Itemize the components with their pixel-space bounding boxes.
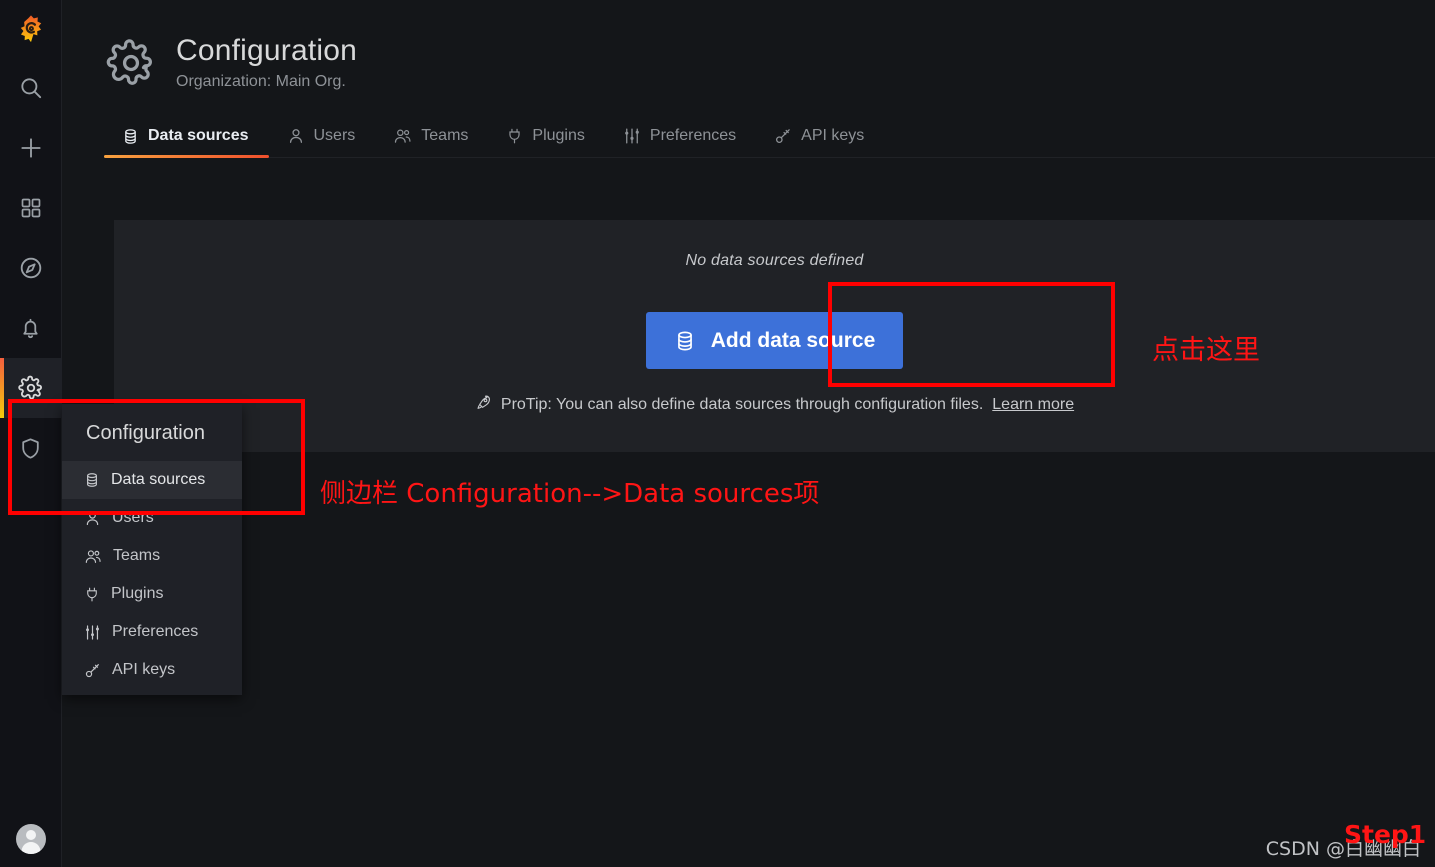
sliders-icon (84, 624, 101, 641)
rocket-icon (475, 394, 492, 416)
rail-item-server-admin[interactable] (0, 418, 62, 478)
plug-icon (506, 127, 523, 145)
rail-item-configuration[interactable] (0, 358, 62, 418)
tab-users[interactable]: Users (269, 117, 376, 157)
flyout-item-preferences[interactable]: Preferences (62, 613, 242, 651)
page-header: Configuration Organization: Main Org. (62, 0, 1435, 93)
tab-bar: Data sources Users Teams Plugins Prefere… (104, 117, 1435, 158)
configuration-flyout-menu: Configuration Data sources Users Teams P… (62, 404, 242, 695)
grafana-configuration-page: Configuration Organization: Main Org. Da… (0, 0, 1435, 867)
annotation-step-label: Step1 (1344, 820, 1427, 849)
database-icon (674, 330, 696, 352)
tab-label: Plugins (532, 127, 585, 144)
empty-state-title: No data sources defined (685, 252, 864, 269)
key-icon (84, 662, 101, 679)
gear-icon (106, 38, 156, 93)
database-icon (122, 128, 139, 145)
flyout-item-label: API keys (112, 661, 176, 678)
tab-preferences[interactable]: Preferences (605, 117, 756, 157)
user-icon (84, 510, 101, 527)
page-title: Configuration (176, 34, 358, 67)
avatar (15, 824, 46, 854)
flyout-item-label: Users (112, 509, 154, 526)
tab-label: API keys (801, 127, 865, 144)
protip-text: ProTip: You can also define data sources… (500, 396, 984, 413)
annotation-sidebar-hint: 侧边栏 Configuration-->Data sources项 (320, 479, 820, 509)
sliders-icon (623, 127, 641, 145)
protip-row: ProTip: You can also define data sources… (475, 394, 1074, 416)
tab-label: Teams (421, 127, 469, 144)
users-icon (84, 548, 102, 565)
key-icon (774, 127, 792, 145)
flyout-item-data-sources[interactable]: Data sources (62, 461, 242, 499)
flyout-item-label: Teams (113, 547, 161, 564)
flyout-item-label: Data sources (111, 471, 206, 488)
flyout-title: Configuration (86, 422, 205, 444)
page-content: Configuration Organization: Main Org. Da… (62, 0, 1435, 867)
primary-nav-rail (0, 0, 62, 867)
rail-item-explore[interactable] (0, 238, 62, 298)
database-icon (84, 472, 100, 488)
rail-item-create[interactable] (0, 118, 62, 178)
tab-label: Preferences (649, 127, 737, 144)
flyout-item-plugins[interactable]: Plugins (62, 575, 242, 613)
rail-item-alerting[interactable] (0, 298, 62, 358)
rail-item-dashboards[interactable] (0, 178, 62, 238)
flyout-item-api-keys[interactable]: API keys (62, 651, 242, 695)
flyout-item-users[interactable]: Users (62, 499, 242, 537)
user-icon (287, 127, 305, 145)
page-header-text: Configuration Organization: Main Org. (176, 34, 357, 91)
plug-icon (84, 586, 100, 603)
tab-plugins[interactable]: Plugins (488, 117, 604, 157)
grafana-logo-icon[interactable] (0, 0, 62, 58)
page-subtitle: Organization: Main Org. (176, 72, 346, 90)
flyout-item-label: Preferences (112, 623, 199, 640)
tab-api-keys[interactable]: API keys (756, 117, 884, 157)
tab-data-sources[interactable]: Data sources (104, 117, 269, 158)
user-avatar-icon[interactable] (0, 811, 62, 867)
protip-learn-more-link[interactable]: Learn more (992, 396, 1074, 414)
flyout-item-teams[interactable]: Teams (62, 537, 242, 575)
users-icon (393, 127, 412, 145)
tab-label: Users (313, 127, 356, 144)
flyout-item-label: Plugins (111, 585, 164, 602)
rail-item-search[interactable] (0, 58, 62, 118)
add-data-source-button[interactable]: Add data source (645, 312, 904, 369)
annotation-click-here: 点击这里 (1152, 335, 1260, 366)
tab-label: Data sources (148, 127, 249, 144)
add-data-source-label: Add data source (710, 328, 876, 352)
tab-teams[interactable]: Teams (375, 117, 488, 157)
